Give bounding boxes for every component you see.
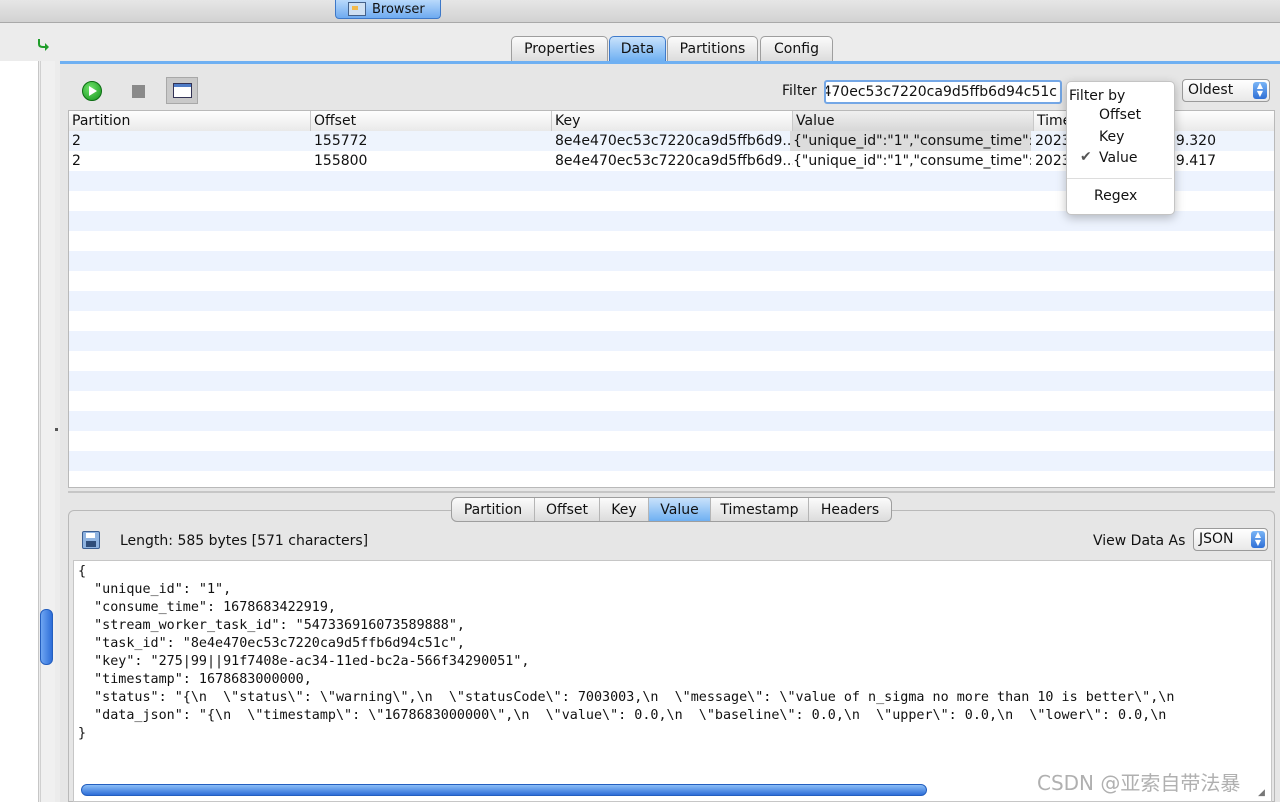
cell-key: 8e4e470ec53c7220ca9d5ffb6d9...	[555, 133, 793, 149]
select-stepper-icon: ▲ ▼	[1251, 531, 1265, 548]
cell-value: {"unique_id":"1","consume_time":...	[793, 153, 1031, 169]
detail-tab-timestamp-label: Timestamp	[720, 501, 799, 518]
json-line: "status": "{\n \"status\": \"warning\",\…	[78, 690, 1175, 705]
filter-by-menu: Filter by Offset Key ✔ Value Regex	[1066, 81, 1175, 215]
tab-partitions[interactable]: Partitions	[667, 36, 758, 61]
pane-splitter[interactable]	[68, 491, 1275, 493]
tab-data[interactable]: Data	[609, 36, 666, 61]
tab-browser-label: Browser	[372, 1, 425, 17]
resize-grip-icon[interactable]: ◢	[1258, 788, 1270, 798]
view-data-as-label: View Data As	[1093, 533, 1186, 549]
menu-item-regex[interactable]: Regex	[1094, 188, 1137, 204]
length-label: Length: 585 bytes [571 characters]	[120, 533, 369, 549]
cell-timestamp-end: 09.417	[1167, 153, 1216, 169]
empty-row	[69, 451, 1274, 471]
detail-view-toggle-button[interactable]	[166, 77, 198, 104]
empty-row	[69, 251, 1274, 271]
filter-menu-title: Filter by	[1069, 88, 1126, 104]
play-icon	[82, 81, 102, 101]
filter-input-value: 8e4e470ec53c7220ca9d5ffb6d94c51c	[824, 84, 1057, 100]
detail-tab-value[interactable]: Value	[649, 498, 711, 521]
detail-tab-partition-label: Partition	[463, 501, 523, 518]
json-line: "consume_time": 1678683422919,	[78, 600, 336, 615]
detail-tab-headers-label: Headers	[820, 501, 880, 518]
save-icon[interactable]	[82, 531, 100, 549]
json-line: "data_json": "{\n \"timestamp\": \"16786…	[78, 708, 1167, 723]
empty-row	[69, 291, 1274, 311]
tab-partitions-label: Partitions	[679, 41, 746, 57]
empty-row	[69, 331, 1274, 351]
detail-tab-headers[interactable]: Headers	[809, 498, 891, 521]
top-tab-strip	[0, 0, 1280, 23]
start-button[interactable]	[79, 79, 105, 103]
stop-button[interactable]	[125, 79, 151, 103]
tab-config-label: Config	[774, 41, 819, 57]
menu-separator	[1067, 178, 1172, 179]
refresh-arrow-icon[interactable]	[36, 36, 52, 52]
detail-tab-key[interactable]: Key	[600, 498, 649, 521]
cell-timestamp-end: 09.320	[1167, 133, 1216, 149]
watermark: CSDN @亚索自带法暴	[1037, 771, 1241, 795]
view-data-as-value: JSON	[1199, 531, 1234, 547]
column-header-value[interactable]: Value	[793, 111, 1034, 131]
stop-icon	[131, 84, 145, 98]
cell-offset: 155800	[314, 153, 368, 169]
detail-tab-timestamp[interactable]: Timestamp	[711, 498, 809, 521]
json-line: "task_id": "8e4e470ec53c7220ca9d5ffb6d94…	[78, 636, 465, 651]
left-tree-panel	[0, 61, 39, 802]
tab-data-label: Data	[620, 41, 655, 57]
detail-tab-offset[interactable]: Offset	[535, 498, 600, 521]
left-scrollbar-thumb[interactable]	[40, 609, 53, 665]
cell-partition: 2	[72, 133, 81, 149]
detail-tab-bar: Partition Offset Key Value Timestamp Hea…	[451, 497, 892, 522]
cell-offset: 155772	[314, 133, 368, 149]
filter-label: Filter	[782, 83, 817, 99]
empty-row	[69, 371, 1274, 391]
cell-value: {"unique_id":"1","consume_time":...	[790, 131, 1031, 151]
window-icon	[172, 83, 192, 98]
column-header-partition[interactable]: Partition	[69, 111, 311, 131]
browser-icon	[348, 2, 366, 16]
horizontal-scrollbar-thumb[interactable]	[81, 784, 927, 796]
menu-item-offset[interactable]: Offset	[1099, 107, 1141, 123]
splitter-handle[interactable]	[55, 428, 58, 431]
order-select[interactable]: Oldest ▲ ▼	[1182, 79, 1270, 102]
view-data-as-select[interactable]: JSON ▲ ▼	[1193, 528, 1268, 551]
json-line: "unique_id": "1",	[78, 582, 232, 597]
select-stepper-icon: ▲ ▼	[1253, 82, 1267, 99]
column-header-offset[interactable]: Offset	[311, 111, 552, 131]
tab-config[interactable]: Config	[760, 36, 833, 61]
json-value-viewer[interactable]: { "unique_id": "1", "consume_time": 1678…	[73, 560, 1272, 802]
left-scrollbar[interactable]	[40, 61, 55, 802]
column-header-key[interactable]: Key	[552, 111, 793, 131]
checkmark-icon: ✔	[1080, 149, 1092, 165]
cell-key: 8e4e470ec53c7220ca9d5ffb6d9...	[555, 153, 793, 169]
cell-partition: 2	[72, 153, 81, 169]
detail-tab-offset-label: Offset	[545, 501, 589, 518]
json-line: }	[78, 726, 87, 741]
detail-tab-key-label: Key	[611, 501, 637, 518]
detail-tab-value-label: Value	[660, 501, 699, 518]
order-select-value: Oldest	[1188, 82, 1234, 98]
tab-browser[interactable]: Browser	[335, 0, 441, 19]
detail-tab-partition[interactable]: Partition	[452, 498, 535, 521]
json-line: {	[78, 564, 87, 579]
menu-item-key[interactable]: Key	[1099, 129, 1124, 145]
filter-input[interactable]: 8e4e470ec53c7220ca9d5ffb6d94c51c	[824, 80, 1062, 104]
json-line: "stream_worker_task_id": "54733691607358…	[78, 618, 465, 633]
json-line: "timestamp": 1678683000000,	[78, 672, 312, 687]
empty-row	[69, 411, 1274, 431]
tab-properties[interactable]: Properties	[511, 36, 608, 61]
tab-properties-label: Properties	[524, 41, 595, 57]
menu-item-value[interactable]: Value	[1099, 150, 1137, 166]
json-line: "key": "275|99||91f7408e-ac34-11ed-bc2a-…	[78, 654, 530, 669]
